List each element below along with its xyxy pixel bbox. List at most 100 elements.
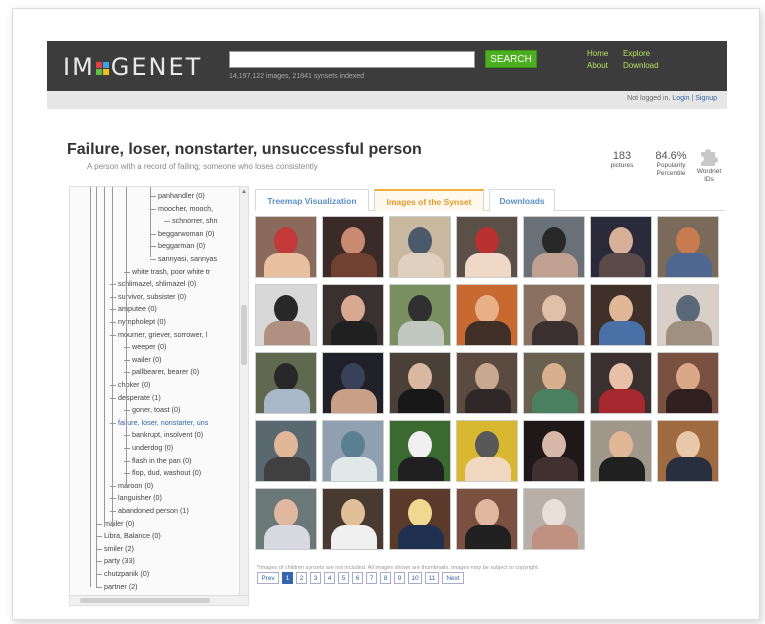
pager-page-button[interactable]: 2 [296, 572, 307, 584]
image-thumbnail[interactable] [456, 488, 518, 550]
image-thumbnail[interactable] [322, 284, 384, 346]
tree-item[interactable]: desperate (1) [118, 393, 161, 402]
nav-download[interactable]: Download [623, 61, 659, 70]
tree-item[interactable]: choker (0) [118, 380, 150, 389]
tree-vertical-scrollbar[interactable]: ▲ [239, 187, 248, 597]
tree-item[interactable]: pallbearer, bearer (0) [132, 367, 199, 376]
tree-item[interactable]: smiler (2) [104, 544, 134, 553]
image-thumbnail[interactable] [255, 488, 317, 550]
image-thumbnail[interactable] [255, 420, 317, 482]
tree-item[interactable]: bankrupt, insolvent (0) [132, 430, 203, 439]
pager-page-button[interactable]: 1 [282, 572, 293, 584]
pager-prev-button[interactable]: Prev [257, 572, 279, 584]
pager-page-button[interactable]: 8 [380, 572, 391, 584]
puzzle-icon[interactable] [697, 145, 719, 167]
nav-home[interactable]: Home [587, 49, 608, 58]
pager-page-button[interactable]: 6 [352, 572, 363, 584]
tab-images[interactable]: Images of the Synset [374, 189, 484, 211]
image-thumbnail[interactable] [523, 488, 585, 550]
tree-item[interactable]: wailer (0) [132, 355, 162, 364]
popularity-stat: 84.6% Popularity Percentile [651, 150, 691, 178]
image-thumbnail[interactable] [657, 216, 719, 278]
search-button[interactable]: SEARCH [485, 50, 537, 68]
nav-about[interactable]: About [587, 61, 608, 70]
tree-item[interactable]: failure, loser, nonstarter, uns [118, 418, 208, 427]
tree-item[interactable]: Libra, Balance (0) [104, 531, 161, 540]
image-thumbnail[interactable] [456, 420, 518, 482]
search-input[interactable] [229, 51, 475, 68]
tree-item[interactable]: moocher, mooch, [158, 204, 213, 213]
tree-horizontal-scrollbar[interactable] [70, 595, 248, 605]
imagenet-logo[interactable]: IM GENET [63, 53, 202, 81]
image-thumbnail[interactable] [657, 352, 719, 414]
image-thumbnail[interactable] [255, 352, 317, 414]
pager-page-button[interactable]: 11 [425, 572, 439, 584]
image-thumbnail[interactable] [389, 420, 451, 482]
image-thumbnail[interactable] [523, 216, 585, 278]
tree-item[interactable]: beggarman (0) [158, 241, 205, 250]
scroll-up-icon[interactable]: ▲ [241, 189, 247, 195]
image-thumbnail[interactable] [255, 216, 317, 278]
image-thumbnail[interactable] [389, 216, 451, 278]
image-thumbnail[interactable] [322, 488, 384, 550]
pager-page-button[interactable]: 9 [394, 572, 405, 584]
tree-item[interactable]: panhandler (0) [158, 191, 205, 200]
image-thumbnail[interactable] [590, 352, 652, 414]
tree-item[interactable]: survivor, subsister (0) [118, 292, 186, 301]
login-separator: | [691, 95, 694, 102]
tree-item[interactable]: flash in the pan (0) [132, 456, 192, 465]
image-thumbnail[interactable] [389, 284, 451, 346]
image-thumbnail[interactable] [389, 352, 451, 414]
image-thumbnail[interactable] [322, 352, 384, 414]
image-thumbnail[interactable] [523, 352, 585, 414]
image-thumbnail[interactable] [456, 284, 518, 346]
tree-scroll-thumb[interactable] [241, 305, 247, 365]
pager-page-button[interactable]: 3 [310, 572, 321, 584]
pager-page-button[interactable]: 10 [408, 572, 422, 584]
tree-hscroll-thumb[interactable] [80, 598, 210, 603]
tree-item[interactable]: underdog (0) [132, 443, 173, 452]
tree-item[interactable]: mourner, griever, sorrower, l [118, 330, 207, 339]
tree-item[interactable]: flop, dud, washout (0) [132, 468, 201, 477]
tree-item[interactable]: schlimazel, shlimazel (0) [118, 279, 196, 288]
image-thumbnail[interactable] [255, 284, 317, 346]
pager-next-button[interactable]: Next [442, 572, 464, 584]
image-thumbnail[interactable] [523, 284, 585, 346]
nav-explore[interactable]: Explore [623, 49, 650, 58]
tree-item[interactable]: goner, toast (0) [132, 405, 180, 414]
wordnet-ids-stat[interactable]: Wordnet IDs [695, 168, 723, 184]
tree-item[interactable]: sannyasi, sannyas [158, 254, 217, 263]
image-thumbnail[interactable] [456, 352, 518, 414]
pager-page-button[interactable]: 5 [338, 572, 349, 584]
tree-item[interactable]: abandoned person (1) [118, 506, 189, 515]
image-thumbnail[interactable] [657, 284, 719, 346]
tree-item[interactable]: mailer (0) [104, 519, 134, 528]
tree-item[interactable]: amputee (0) [118, 304, 157, 313]
image-thumbnail[interactable] [657, 420, 719, 482]
image-thumbnail[interactable] [389, 488, 451, 550]
pager-page-button[interactable]: 7 [366, 572, 377, 584]
page: IM GENET SEARCH 14,197,122 images, 21841 … [47, 41, 727, 615]
login-link[interactable]: Login [672, 95, 689, 102]
image-thumbnail[interactable] [322, 420, 384, 482]
tree-item[interactable]: weeper (0) [132, 342, 166, 351]
image-thumbnail[interactable] [456, 216, 518, 278]
tree-item[interactable]: maroon (0) [118, 481, 153, 490]
image-thumbnail[interactable] [590, 284, 652, 346]
pager-page-button[interactable]: 4 [324, 572, 335, 584]
image-thumbnail[interactable] [322, 216, 384, 278]
tree-item[interactable]: languisher (0) [118, 493, 162, 502]
signup-link[interactable]: Signup [695, 95, 717, 102]
tree-item[interactable]: chutzpanik (0) [104, 569, 149, 578]
tree-item[interactable]: white trash, poor white tr [132, 267, 210, 276]
image-thumbnail[interactable] [523, 420, 585, 482]
image-thumbnail[interactable] [590, 420, 652, 482]
tab-treemap[interactable]: Treemap Visualization [255, 189, 369, 211]
tree-item[interactable]: partner (2) [104, 582, 138, 591]
tree-item[interactable]: beggarwoman (0) [158, 229, 214, 238]
tab-downloads[interactable]: Downloads [489, 189, 555, 211]
synset-tree[interactable]: ▲ panhandler (0) moocher, mooch, schnorrer… [69, 186, 249, 606]
image-thumbnail[interactable] [590, 216, 652, 278]
tree-item[interactable]: schnorrer, shn [172, 216, 218, 225]
tree-item[interactable]: party (33) [104, 556, 135, 565]
